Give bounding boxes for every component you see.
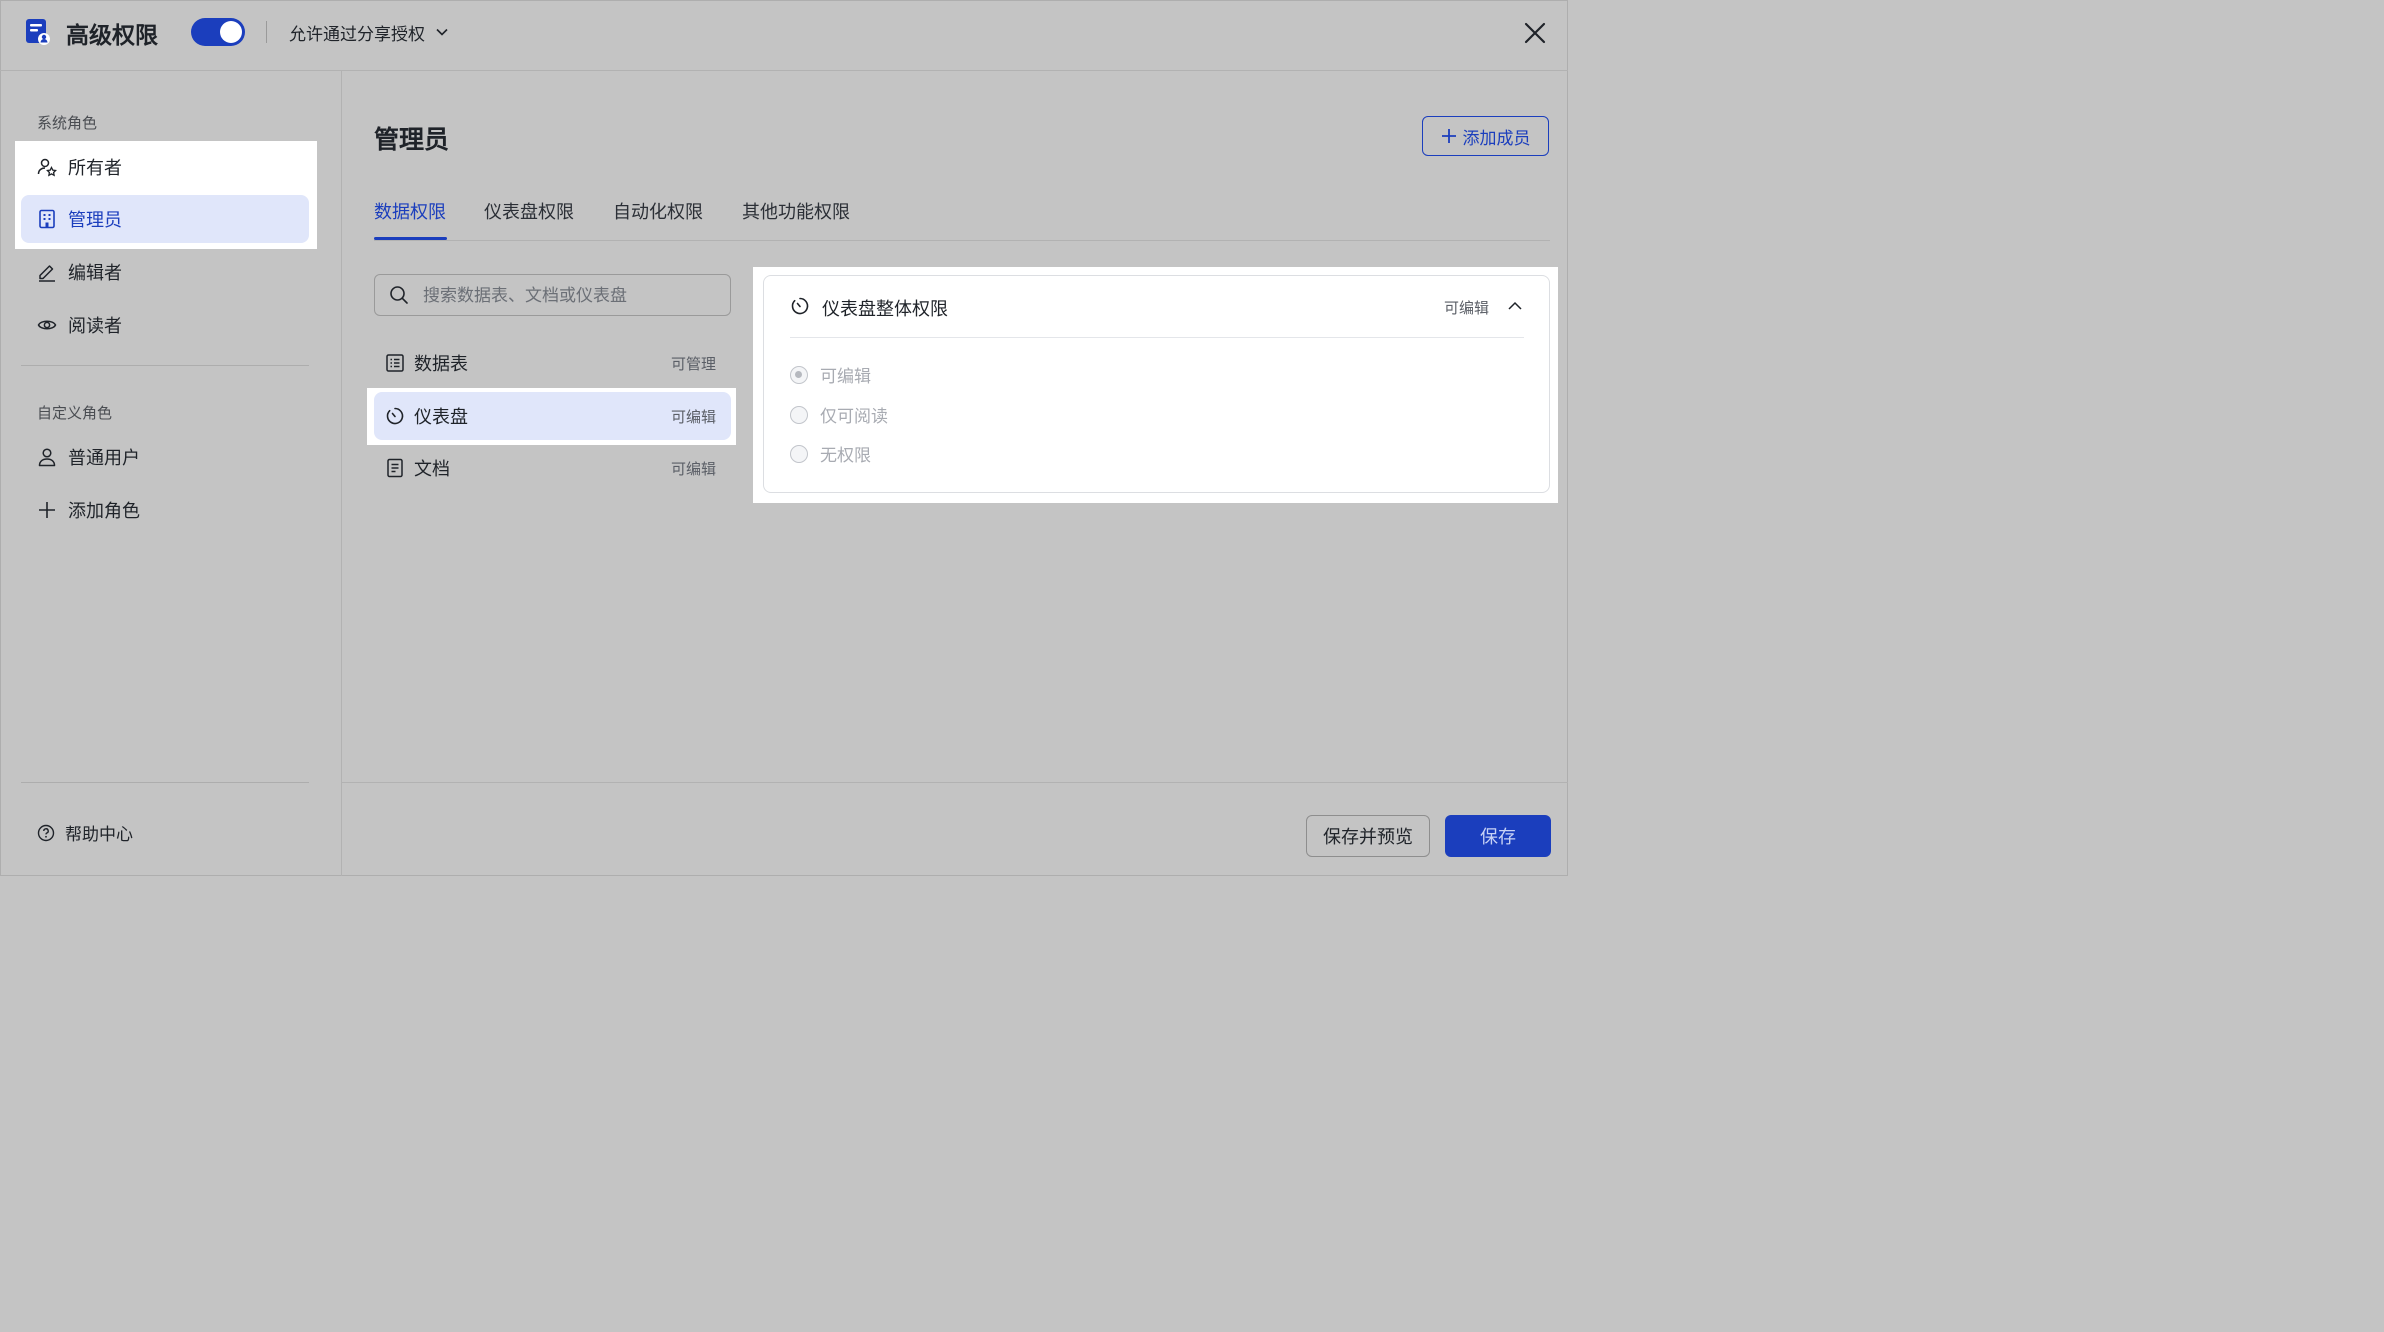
resource-permission: 可管理 [670,355,716,373]
sidebar-item-label: 阅读者 [68,316,122,337]
card-permission-value: 可编辑 [1443,299,1489,317]
tabs-divider [374,240,1550,241]
help-center-label: 帮助中心 [65,825,133,845]
building-icon [39,209,55,229]
close-icon[interactable] [1520,18,1550,48]
page-title: 管理员 [374,125,450,154]
dialog-title: 高级权限 [66,23,158,49]
tab-automation-permission[interactable]: 自动化权限 [613,198,703,224]
radio-option-editable[interactable]: 可编辑 [790,362,871,387]
radio-option-no-permission[interactable]: 无权限 [790,441,871,466]
sidebar-divider [21,365,309,366]
share-authorization-label: 允许通过分享授权 [289,24,425,45]
resource-item-document[interactable]: 文档 可编辑 [374,444,731,492]
tab-dashboard-permission[interactable]: 仪表盘权限 [484,198,574,224]
resource-permission: 可编辑 [670,460,716,478]
sidebar-divider [21,782,309,783]
footer-divider [342,782,1568,783]
help-icon [37,824,55,841]
radio-option-read-only[interactable]: 仅可阅读 [790,402,888,427]
search-input[interactable] [421,283,715,309]
help-center-link[interactable]: 帮助中心 [37,820,133,845]
resource-item-table[interactable]: 数据表 可管理 [374,339,731,387]
add-role-button[interactable]: 添加角色 [21,486,309,534]
pencil-icon [39,265,55,282]
radio-label: 无权限 [820,446,871,466]
chevron-down-icon [436,28,448,36]
add-member-button[interactable]: 添加成员 [1422,116,1549,156]
add-member-label: 添加成员 [1462,128,1531,149]
radio-button [790,405,808,424]
dialog-header: 高级权限 允许通过分享授权 [0,0,1568,71]
radio-button [790,444,808,463]
sidebar-item-regular-user[interactable]: 普通用户 [21,433,309,481]
advanced-permission-toggle[interactable] [191,18,245,46]
resource-name: 文档 [414,459,450,480]
add-role-label: 添加角色 [68,501,140,522]
sidebar-item-reader[interactable]: 阅读者 [21,301,309,349]
radio-button [790,365,808,384]
resource-item-dashboard[interactable]: 仪表盘 可编辑 [374,392,731,440]
resource-name: 仪表盘 [414,407,468,428]
resource-permission: 可编辑 [670,408,716,426]
dashboard-icon [386,407,404,425]
card-title: 仪表盘整体权限 [822,299,948,320]
dashboard-icon [791,297,809,315]
sidebar-item-owner[interactable]: 所有者 [21,143,309,191]
chevron-up-icon[interactable] [1507,298,1523,314]
radio-label: 可编辑 [820,367,871,387]
card-divider [790,337,1524,338]
sidebar-item-admin[interactable]: 管理员 [21,195,309,243]
save-button[interactable]: 保存 [1445,815,1551,857]
custom-roles-heading: 自定义角色 [37,404,113,422]
sidebar-item-editor[interactable]: 编辑者 [21,248,309,296]
document-icon [387,458,403,478]
plus-icon [39,502,55,518]
table-icon [386,354,404,372]
radio-label: 仅可阅读 [820,407,888,427]
resource-name: 数据表 [414,354,468,375]
search-icon [390,286,408,304]
share-authorization-dropdown[interactable]: 允许通过分享授权 [289,20,449,45]
sidebar-item-label: 编辑者 [68,263,122,284]
user-icon [38,448,56,467]
header-divider [266,21,267,43]
system-roles-heading: 系统角色 [37,114,98,132]
sidebar-item-label: 所有者 [68,158,122,179]
tab-other-permission[interactable]: 其他功能权限 [742,198,850,224]
plus-icon [1441,129,1456,143]
save-and-preview-button[interactable]: 保存并预览 [1306,815,1430,857]
dashboard-permission-card: 仪表盘整体权限 可编辑 可编辑 仅可阅读 无权限 [763,275,1550,493]
tab-data-permission[interactable]: 数据权限 [374,198,446,224]
advanced-permission-logo-icon [26,19,50,45]
sidebar-item-label: 管理员 [68,210,122,231]
owner-icon [37,158,57,177]
sidebar-item-label: 普通用户 [68,448,140,469]
resource-search[interactable] [374,274,731,316]
eye-icon [37,320,57,330]
toggle-knob [220,21,242,43]
